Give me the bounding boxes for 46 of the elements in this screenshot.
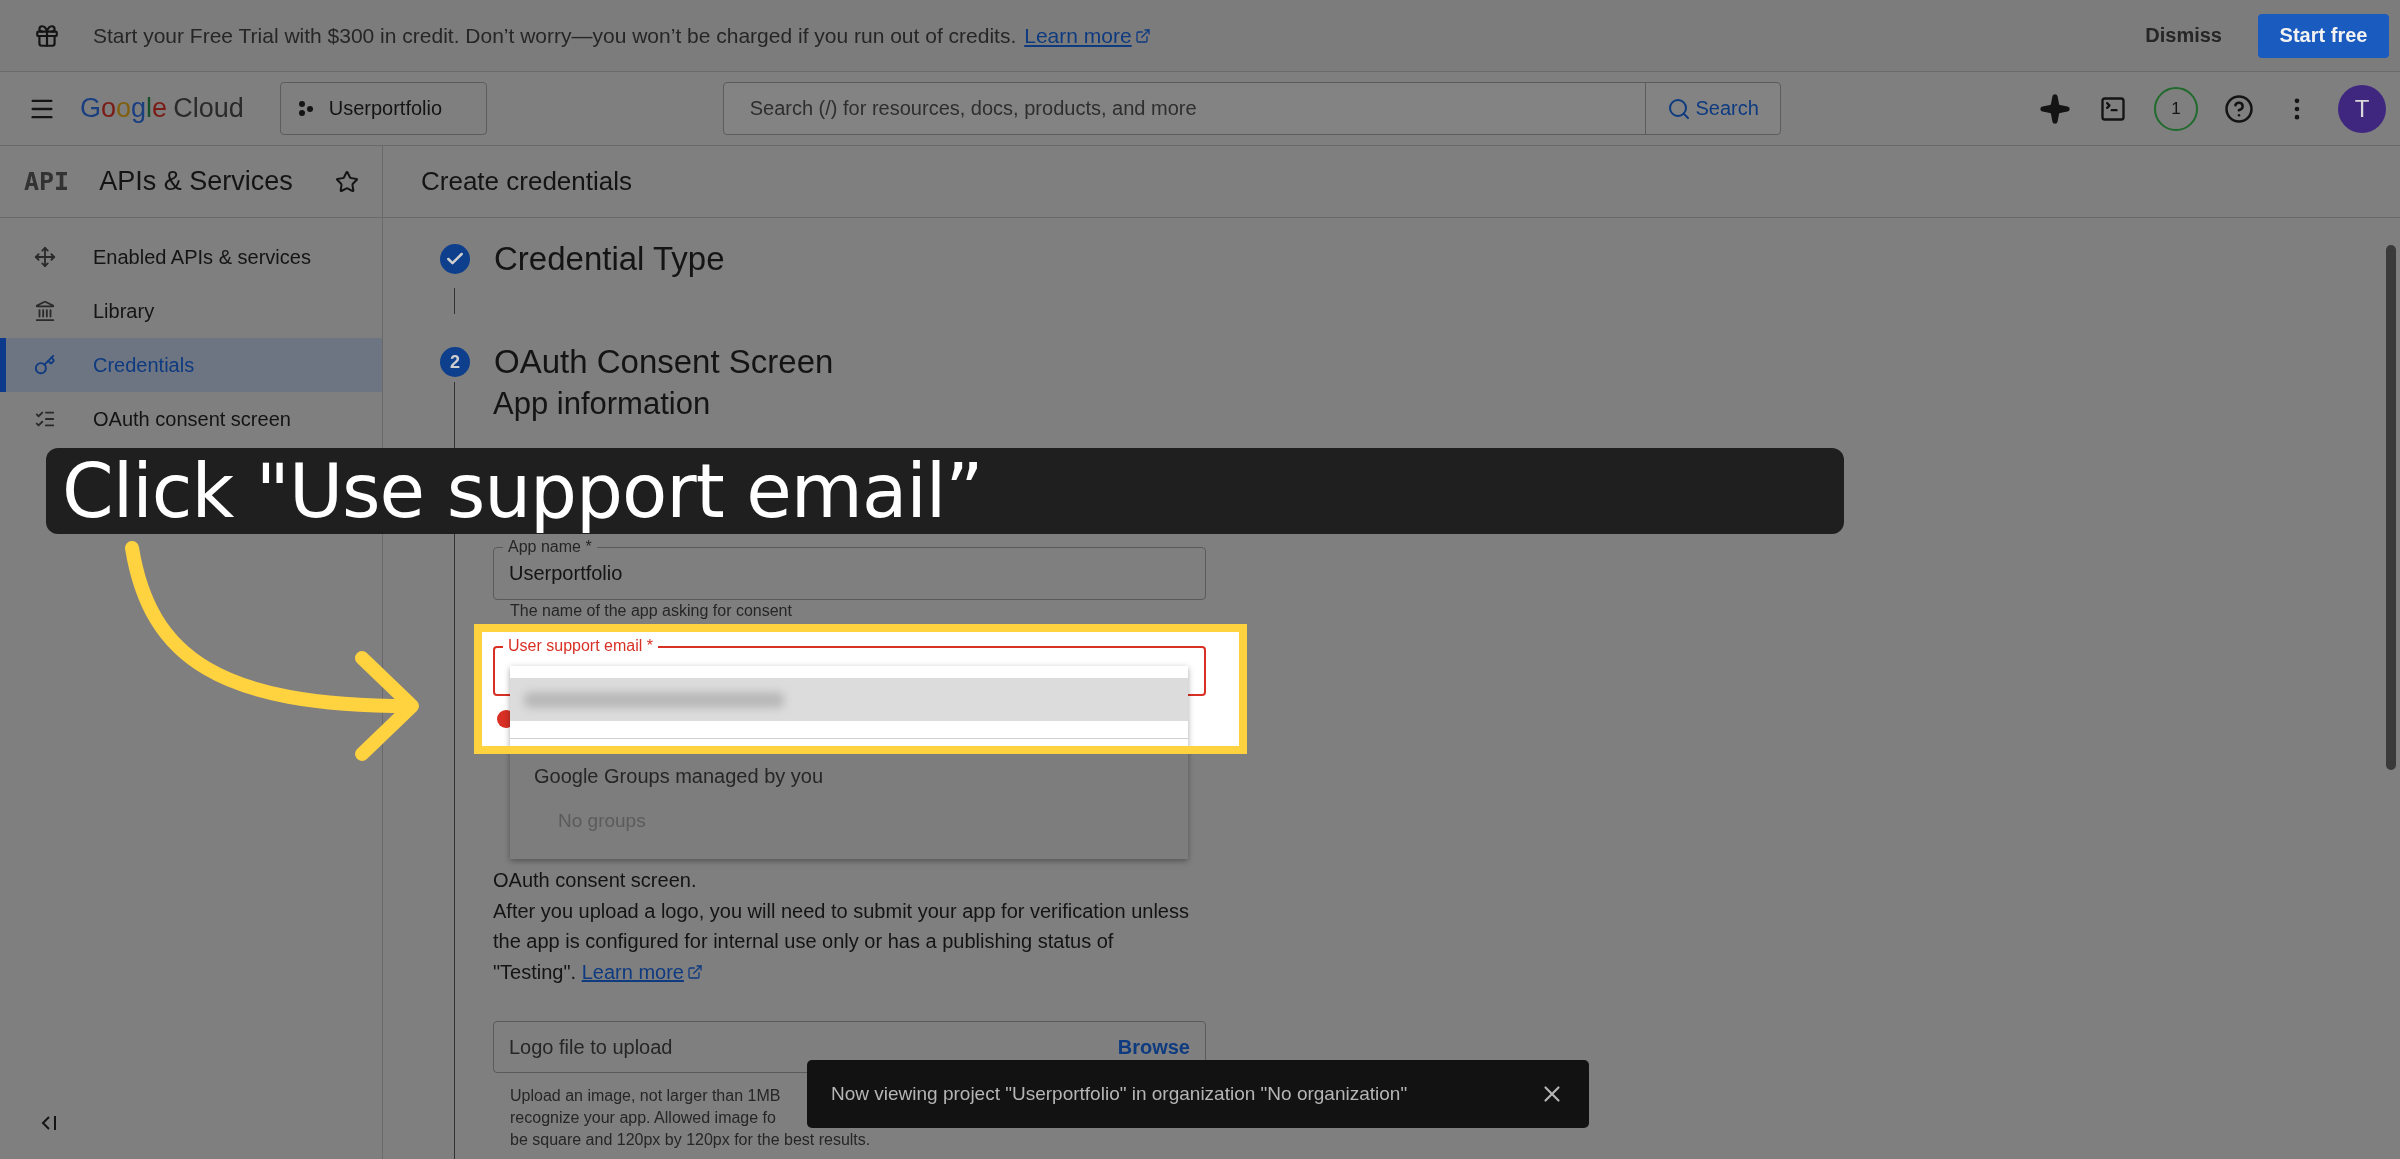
page-title: Create credentials: [421, 166, 632, 197]
columns-icon: [34, 300, 56, 322]
search-field[interactable]: Search (/) for resources, docs, products, and more Search: [722, 82, 1781, 135]
sidebar-item[interactable]: Enabled APIs & services: [0, 230, 382, 284]
learn-more-link[interactable]: Learn more: [581, 956, 703, 987]
support-email-field[interactable]: User support email *: [493, 636, 1206, 696]
scrollbar[interactable]: [2386, 245, 2396, 770]
logo-description: OAuth consent screen.: [493, 868, 698, 893]
upload-hint: be square and 120px by 120px for the best results.: [510, 1130, 871, 1150]
sidebar-item[interactable]: Library: [0, 284, 382, 338]
project-icon: [296, 99, 315, 118]
google-cloud-logo[interactable]: Google Cloud: [80, 93, 244, 124]
app-name-field[interactable]: App name * Userportfolio: [493, 537, 1206, 600]
avatar[interactable]: T: [2338, 84, 2386, 133]
upload-hint: Upload an image, not larger than 1MB: [510, 1086, 781, 1106]
field-hint: The name of the app asking for consent: [510, 601, 792, 621]
step-number: 2: [440, 347, 470, 377]
key-icon: [34, 354, 56, 376]
sidebar-item[interactable]: Credentials: [0, 338, 382, 392]
gift-icon: [34, 22, 60, 49]
api-logo: API: [24, 167, 70, 196]
external-link-icon: [686, 963, 703, 980]
snackbar-message: Now viewing project "Userportfolio" in organization "No organization": [831, 1083, 1408, 1105]
tutorial-caption: Click "Use support email”: [46, 448, 1844, 534]
project-picker[interactable]: Userportfolio: [279, 82, 487, 135]
dismiss-button[interactable]: Dismiss: [2129, 14, 2238, 57]
logo-file-field[interactable]: Logo file to upload Browse: [493, 1011, 1206, 1073]
upload-hint: recognize your app. Allowed image fo: [510, 1108, 776, 1128]
menu-group-header: Google Groups managed by you: [534, 765, 825, 788]
step-title: OAuth Consent Screen: [494, 343, 834, 381]
external-link-icon: [1134, 27, 1151, 44]
arrows-icon: [34, 246, 56, 268]
step-title: Credential Type: [494, 240, 725, 278]
start-free-button[interactable]: Start free: [2258, 13, 2389, 58]
sparkle-icon[interactable]: [2038, 91, 2072, 126]
section-title: App information: [493, 386, 712, 422]
sidebar-title: APIs & Services: [99, 166, 293, 197]
learn-more-link[interactable]: Learn more: [1024, 23, 1151, 48]
promo-message: Start your Free Trial with $300 in credit. Don’t worry—you won’t be charged if you run out of credits.: [93, 23, 1017, 48]
notification-count[interactable]: 1: [2154, 86, 2198, 131]
search-icon: [1666, 96, 1691, 121]
logo-description: After you upload a logo, you will need to submit your app for verification unless the app is configured for internal use only or has a publishing status of "Testing". Learn more: [493, 895, 1193, 987]
search-button[interactable]: Search: [1644, 83, 1780, 134]
sidebar-item[interactable]: OAuth consent screen: [0, 392, 382, 446]
star-icon[interactable]: [334, 168, 360, 195]
browse-button[interactable]: Browse: [1117, 1035, 1190, 1059]
